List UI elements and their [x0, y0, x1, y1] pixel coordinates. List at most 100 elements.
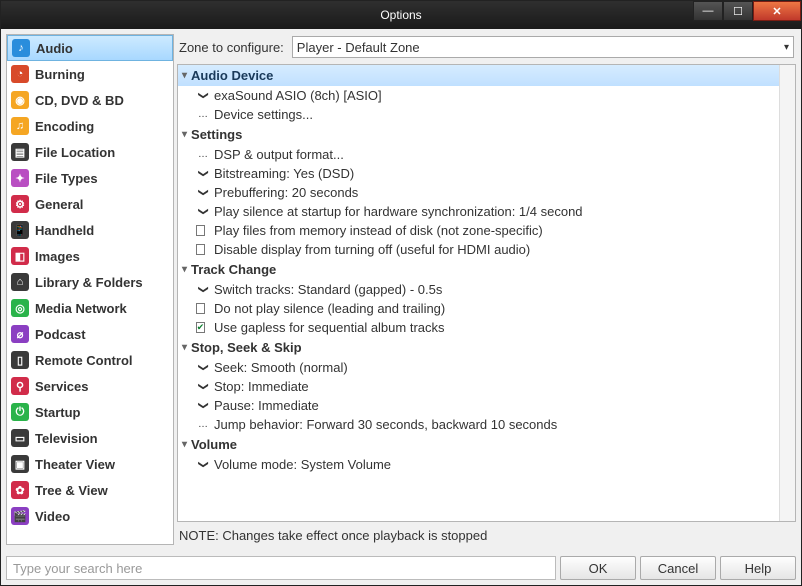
- setting-row[interactable]: ❯Pause: Immediate: [178, 396, 779, 415]
- checkbox[interactable]: [196, 303, 205, 314]
- sidebar-icon: 📱: [11, 221, 29, 239]
- sidebar-item-label: Video: [35, 509, 70, 524]
- group-header[interactable]: ▾Stop, Seek & Skip: [178, 337, 779, 358]
- setting-label: Pause: Immediate: [214, 398, 319, 413]
- setting-label: Do not play silence (leading and trailin…: [214, 301, 445, 316]
- sidebar-item-video[interactable]: 🎬 Video: [7, 503, 173, 529]
- sidebar-icon: ⌀: [11, 325, 29, 343]
- sidebar-item-label: Media Network: [35, 301, 127, 316]
- sidebar-icon: ⌂: [11, 273, 29, 291]
- chevron-down-icon: ❯: [198, 361, 209, 375]
- sidebar-item-label: Podcast: [35, 327, 86, 342]
- setting-label: Prebuffering: 20 seconds: [214, 185, 358, 200]
- checkbox-wrap: ✔: [196, 322, 210, 333]
- category-sidebar[interactable]: ♪Audio◔Burning◉CD, DVD & BD♫Encoding▤Fil…: [6, 34, 174, 545]
- sidebar-item-label: Library & Folders: [35, 275, 143, 290]
- sidebar-item-startup[interactable]: ⏻Startup: [7, 399, 173, 425]
- cancel-button[interactable]: Cancel: [640, 556, 716, 580]
- sidebar-item-burning[interactable]: ◔ Burning: [7, 61, 173, 87]
- setting-label: Volume mode: System Volume: [214, 457, 391, 472]
- help-button[interactable]: Help: [720, 556, 796, 580]
- sidebar-item-audio[interactable]: ♪Audio: [7, 35, 173, 61]
- maximize-button[interactable]: ☐: [723, 1, 753, 21]
- chevron-down-icon: ❯: [198, 89, 209, 103]
- sidebar-item-remote-control[interactable]: ▯Remote Control: [7, 347, 173, 373]
- group-header[interactable]: ▾Audio Device: [178, 65, 779, 86]
- setting-row[interactable]: ❯Play silence at startup for hardware sy…: [178, 202, 779, 221]
- chevron-down-icon: ▾: [182, 70, 187, 81]
- sidebar-item-file-location[interactable]: ▤File Location: [7, 139, 173, 165]
- setting-row[interactable]: ❯ exaSound ASIO (8ch) [ASIO]: [178, 86, 779, 105]
- setting-row[interactable]: … Device settings...: [178, 105, 779, 124]
- setting-row[interactable]: ❯Stop: Immediate: [178, 377, 779, 396]
- setting-row[interactable]: Disable display from turning off (useful…: [178, 240, 779, 259]
- setting-row[interactable]: Play files from memory instead of disk (…: [178, 221, 779, 240]
- sidebar-item-encoding[interactable]: ♫Encoding: [7, 113, 173, 139]
- sidebar-icon: ⏻: [11, 403, 29, 421]
- zone-select[interactable]: Player - Default Zone ▾: [292, 36, 794, 58]
- sidebar-item-podcast[interactable]: ⌀ Podcast: [7, 321, 173, 347]
- sidebar-item-services[interactable]: ⚲Services: [7, 373, 173, 399]
- group-title: Settings: [191, 127, 242, 142]
- sidebar-icon: ▣: [11, 455, 29, 473]
- window-title: Options: [380, 8, 421, 22]
- search-input[interactable]: Type your search here: [6, 556, 556, 580]
- sidebar-icon: ◔: [11, 65, 29, 83]
- sidebar-item-library-folders[interactable]: ⌂ Library & Folders: [7, 269, 173, 295]
- setting-row[interactable]: ❯Switch tracks: Standard (gapped) - 0.5s: [178, 280, 779, 299]
- sidebar-item-label: CD, DVD & BD: [35, 93, 124, 108]
- checkbox[interactable]: [196, 244, 205, 255]
- sidebar-item-theater-view[interactable]: ▣Theater View: [7, 451, 173, 477]
- sidebar-item-images[interactable]: ◧Images: [7, 243, 173, 269]
- group-header[interactable]: ▾Volume: [178, 434, 779, 455]
- setting-row[interactable]: Do not play silence (leading and trailin…: [178, 299, 779, 318]
- settings-tree[interactable]: ▾Audio Device ❯ exaSound ASIO (8ch) [ASIO]…: [177, 64, 796, 522]
- setting-row[interactable]: …DSP & output format...: [178, 145, 779, 164]
- sidebar-item-general[interactable]: ⚙General: [7, 191, 173, 217]
- setting-label: Device settings...: [214, 107, 313, 122]
- setting-row[interactable]: ❯Bitstreaming: Yes (DSD): [178, 164, 779, 183]
- sidebar-icon: ▯: [11, 351, 29, 369]
- setting-row[interactable]: ❯Prebuffering: 20 seconds: [178, 183, 779, 202]
- close-button[interactable]: ✕: [753, 1, 801, 21]
- setting-row[interactable]: ❯Volume mode: System Volume: [178, 455, 779, 474]
- zone-value: Player - Default Zone: [297, 40, 420, 55]
- search-placeholder: Type your search here: [13, 561, 142, 576]
- checkbox[interactable]: ✔: [196, 322, 206, 333]
- sidebar-icon: ◧: [11, 247, 29, 265]
- sidebar-icon: ⚲: [11, 377, 29, 395]
- chevron-down-icon: ▾: [182, 342, 187, 353]
- sidebar-item-handheld[interactable]: 📱 Handheld: [7, 217, 173, 243]
- sidebar-item-file-types[interactable]: ✦File Types: [7, 165, 173, 191]
- sidebar-icon: ✿: [11, 481, 29, 499]
- zone-label: Zone to configure:: [179, 40, 284, 55]
- minimize-button[interactable]: —: [693, 1, 723, 21]
- checkbox[interactable]: [196, 225, 205, 236]
- body: ♪Audio◔Burning◉CD, DVD & BD♫Encoding▤Fil…: [1, 29, 801, 550]
- setting-row[interactable]: ❯Seek: Smooth (normal): [178, 358, 779, 377]
- checkbox-wrap: [196, 225, 210, 236]
- sidebar-item-media-network[interactable]: ◎Media Network: [7, 295, 173, 321]
- group-header[interactable]: ▾Track Change: [178, 259, 779, 280]
- setting-label: exaSound ASIO (8ch) [ASIO]: [214, 88, 382, 103]
- sidebar-item-television[interactable]: ▭Television: [7, 425, 173, 451]
- setting-row[interactable]: ✔Use gapless for sequential album tracks: [178, 318, 779, 337]
- sidebar-item-label: Burning: [35, 67, 85, 82]
- sidebar-icon: ▤: [11, 143, 29, 161]
- chevron-down-icon: ❯: [198, 380, 209, 394]
- options-window: Options — ☐ ✕ ♪Audio ◔ Burning ◉CD, DVD & B…: [0, 0, 802, 586]
- note-text: NOTE: Changes take effect once playback …: [177, 522, 796, 545]
- setting-row[interactable]: …Jump behavior: Forward 30 seconds, back…: [178, 415, 779, 434]
- scrollbar[interactable]: [779, 65, 795, 521]
- chevron-down-icon: ▾: [182, 129, 187, 140]
- sidebar-item-cd-dvd-bd[interactable]: ◉CD, DVD & BD: [7, 87, 173, 113]
- sidebar-item-label: Television: [35, 431, 98, 446]
- chevron-down-icon: ▾: [182, 264, 187, 275]
- ok-button[interactable]: OK: [560, 556, 636, 580]
- ellipsis-icon: …: [196, 109, 210, 120]
- group-header[interactable]: ▾ Settings: [178, 124, 779, 145]
- sidebar-icon: 🎬: [11, 507, 29, 525]
- sidebar-item-label: File Types: [35, 171, 98, 186]
- sidebar-item-label: Handheld: [35, 223, 94, 238]
- sidebar-item-tree-view[interactable]: ✿Tree & View: [7, 477, 173, 503]
